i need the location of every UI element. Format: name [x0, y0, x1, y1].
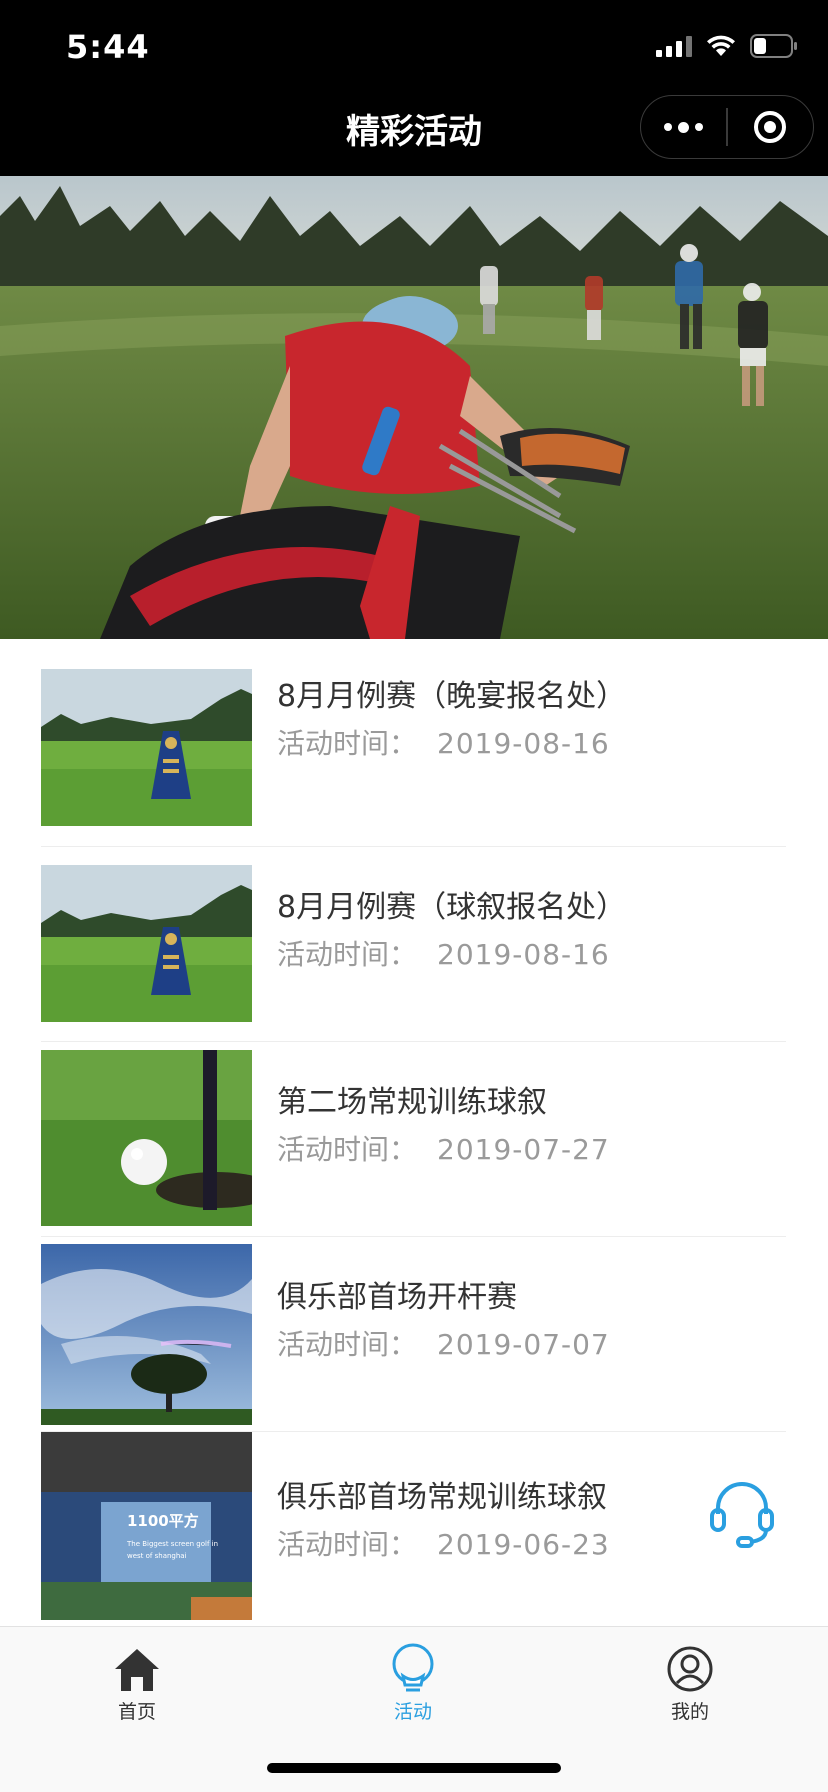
- target-close-icon: [754, 111, 787, 143]
- miniprogram-capsule: [640, 95, 814, 159]
- date-value: 2019-07-27: [437, 1133, 610, 1166]
- list-item[interactable]: 俱乐部首场开杆赛 活动时间： 2019-07-07: [41, 1237, 786, 1432]
- list-item[interactable]: 8月月例赛（球叙报名处） 活动时间： 2019-08-16: [41, 847, 786, 1042]
- list-item[interactable]: 1100平方 The Biggest screen golf in west o…: [41, 1432, 786, 1627]
- tab-activity[interactable]: 活动: [343, 1633, 483, 1724]
- signal-icon: [656, 35, 692, 57]
- tab-label: 活动: [393, 1701, 432, 1723]
- battery-icon: [750, 34, 798, 58]
- headset-icon: [710, 1482, 774, 1548]
- top-bar: 5:44 精彩活动: [0, 0, 828, 176]
- date-label: 活动时间：: [277, 1328, 418, 1361]
- activity-thumbnail: [41, 1050, 252, 1226]
- status-time: 5:44: [66, 28, 150, 66]
- customer-service-button[interactable]: [706, 1476, 778, 1548]
- activity-thumbnail: [41, 1244, 252, 1425]
- user-icon: [667, 1646, 713, 1692]
- activity-title: 第二场常规训练球叙: [277, 1085, 547, 1120]
- date-value: 2019-07-07: [437, 1328, 610, 1361]
- date-label: 活动时间：: [277, 938, 418, 971]
- close-button[interactable]: [728, 96, 813, 158]
- home-icon: [115, 1649, 159, 1691]
- activity-title: 俱乐部首场常规训练球叙: [277, 1480, 607, 1515]
- tab-home[interactable]: 首页: [67, 1633, 207, 1724]
- golfer-banner-image: [0, 176, 828, 639]
- thumb-overlay-line1: The Biggest screen golf in: [127, 1540, 219, 1548]
- activity-date: 活动时间： 2019-06-23: [277, 1523, 610, 1563]
- date-label: 活动时间：: [277, 727, 418, 760]
- activity-date: 活动时间： 2019-08-16: [277, 722, 610, 762]
- activity-thumbnail: [41, 669, 252, 826]
- activity-title: 俱乐部首场开杆赛: [277, 1280, 517, 1315]
- activity-thumbnail: [41, 865, 252, 1022]
- more-icon: [664, 121, 704, 133]
- list-item[interactable]: 第二场常规训练球叙 活动时间： 2019-07-27: [41, 1042, 786, 1237]
- more-button[interactable]: [641, 96, 726, 158]
- activity-date: 活动时间： 2019-07-27: [277, 1128, 610, 1168]
- bulb-icon: [392, 1643, 434, 1692]
- wifi-icon: [706, 35, 736, 57]
- status-icons: [656, 34, 798, 58]
- tab-mine[interactable]: 我的: [620, 1633, 760, 1724]
- tab-label: 首页: [117, 1701, 156, 1723]
- thumb-overlay-line2: west of shanghai: [127, 1552, 187, 1560]
- date-value: 2019-08-16: [437, 727, 610, 760]
- activity-date: 活动时间： 2019-08-16: [277, 933, 610, 973]
- date-label: 活动时间：: [277, 1528, 418, 1561]
- activity-thumbnail: 1100平方 The Biggest screen golf in west o…: [41, 1432, 252, 1620]
- activity-title: 8月月例赛（球叙报名处）: [277, 890, 627, 925]
- tab-label: 我的: [670, 1701, 709, 1723]
- date-label: 活动时间：: [277, 1133, 418, 1166]
- date-value: 2019-06-23: [437, 1528, 610, 1561]
- activity-title: 8月月例赛（晚宴报名处）: [277, 679, 627, 714]
- date-value: 2019-08-16: [437, 938, 610, 971]
- home-indicator: [267, 1763, 561, 1773]
- activity-date: 活动时间： 2019-07-07: [277, 1323, 610, 1363]
- list-item[interactable]: 8月月例赛（晚宴报名处） 活动时间： 2019-08-16: [41, 639, 786, 847]
- thumb-overlay-text: 1100平方: [127, 1512, 199, 1530]
- hero-banner[interactable]: [0, 176, 828, 639]
